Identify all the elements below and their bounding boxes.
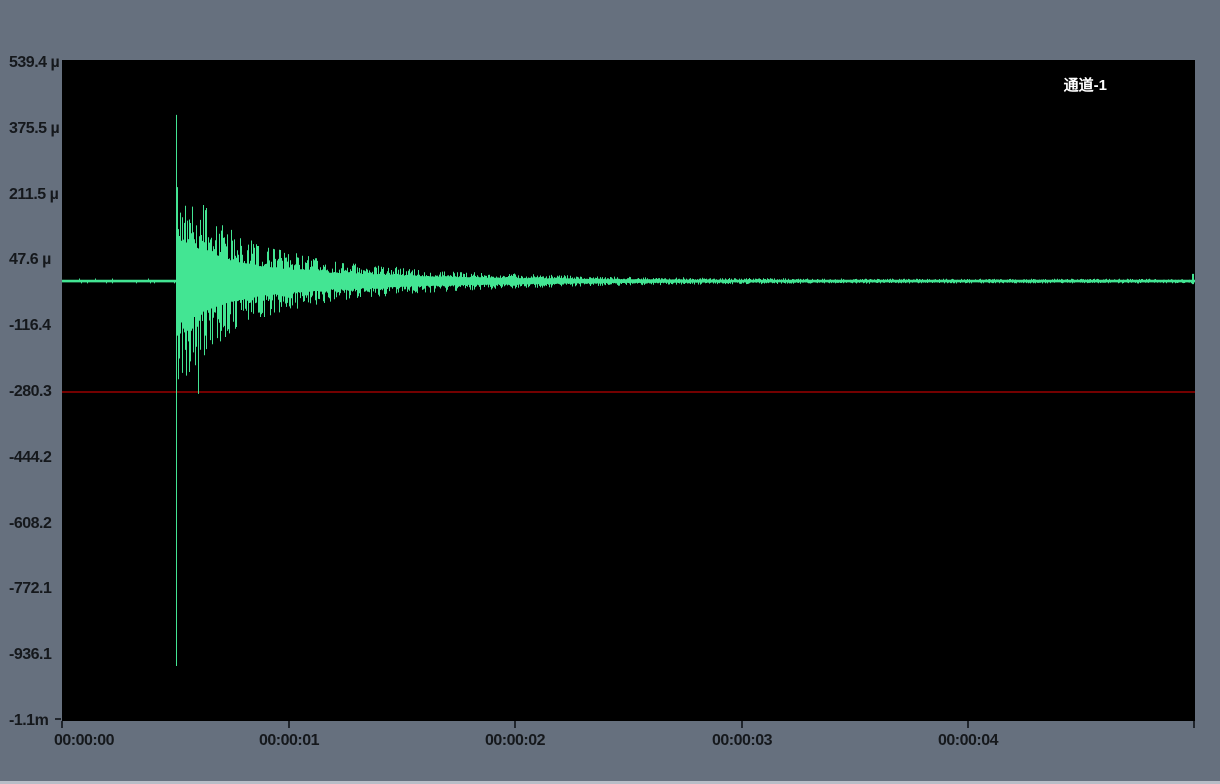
waveform-canvas (62, 60, 1195, 721)
x-tick-4s (967, 721, 969, 728)
x-tick-5s (1193, 721, 1195, 728)
x-tick-2s (514, 721, 516, 728)
x-axis-tick-label: 00:00:03 (712, 733, 772, 749)
channel-label: 通道-1 (1064, 74, 1107, 95)
waveform-plot-area[interactable]: 通道-1 (62, 60, 1195, 721)
y-axis-corner-tick (55, 718, 61, 720)
waveform-trace (63, 115, 1195, 666)
x-axis-tick-label: 00:00:00 (54, 733, 114, 749)
y-axis-tick-label: -1.1m (9, 713, 48, 729)
y-axis-tick-label: -444.2 (9, 450, 51, 466)
waveform-window: 539.4 µ 375.5 µ 211.5 µ 47.6 µ -116.4 -2… (0, 0, 1220, 784)
y-axis-tick-label: -280.3 (9, 384, 51, 400)
y-axis-tick-label: 211.5 µ (9, 187, 58, 203)
y-axis-tick-label: -608.2 (9, 516, 51, 532)
x-tick-3s (741, 721, 743, 728)
x-tick-0s (61, 721, 63, 728)
y-axis-tick-label: 375.5 µ (9, 121, 59, 137)
y-axis-tick-label: -116.4 (9, 318, 50, 334)
y-axis-tick-label: 539.4 µ (9, 55, 59, 71)
x-axis-tick-label: 00:00:02 (485, 733, 545, 749)
y-axis-tick-label: 47.6 µ (9, 252, 51, 268)
y-axis-tick-label: -936.1 (9, 647, 51, 663)
y-axis-tick-label: -772.1 (9, 581, 51, 597)
x-axis-tick-label: 00:00:01 (259, 733, 319, 749)
x-tick-1s (288, 721, 290, 728)
x-axis-tick-label: 00:00:04 (938, 733, 998, 749)
